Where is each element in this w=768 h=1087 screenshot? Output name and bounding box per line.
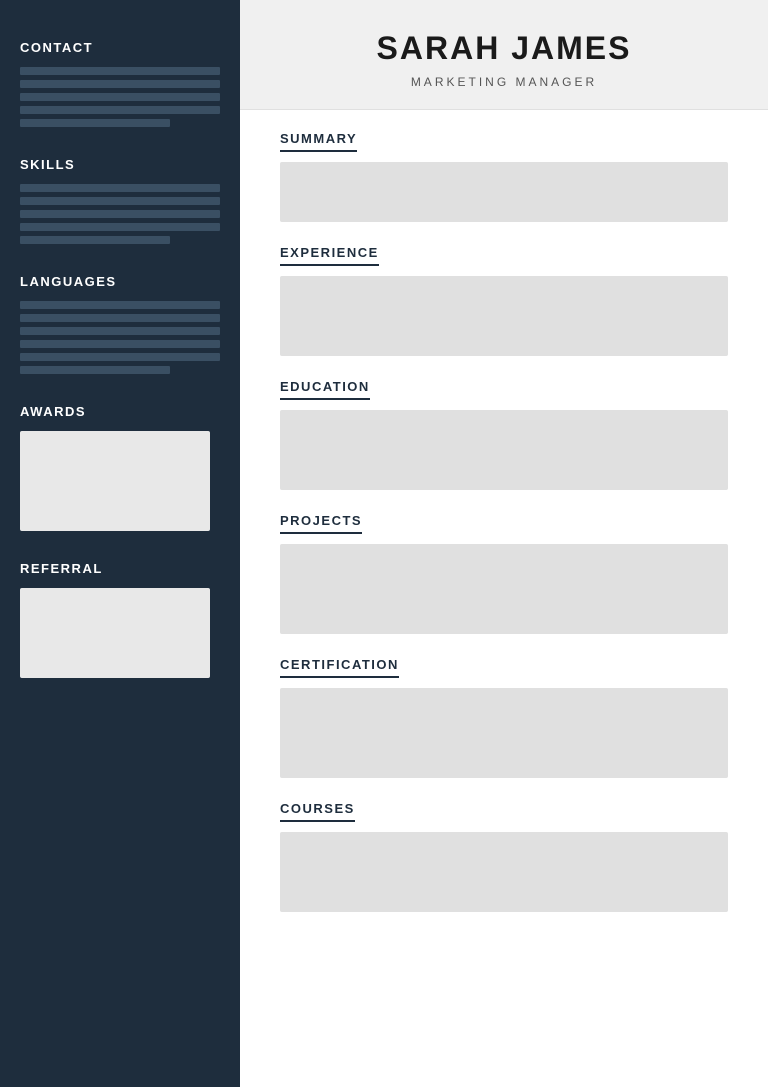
sidebar-skills-section: SKILLS <box>20 157 220 244</box>
languages-line-5 <box>20 353 220 361</box>
experience-heading: EXPERIENCE <box>280 245 379 266</box>
skills-line-5 <box>20 236 170 244</box>
sidebar-referral-title: REFERRAL <box>20 561 220 576</box>
summary-heading: SUMMARY <box>280 131 357 152</box>
sidebar-contact-section: CONTACT <box>20 40 220 127</box>
projects-section: PROJECTS <box>280 512 728 634</box>
courses-heading: COURSES <box>280 801 355 822</box>
content-area: SUMMARY EXPERIENCE EDUCATION PROJECTS CE… <box>240 110 768 1087</box>
skills-line-2 <box>20 197 220 205</box>
projects-heading: PROJECTS <box>280 513 362 534</box>
skills-lines <box>20 184 220 244</box>
skills-line-3 <box>20 210 220 218</box>
languages-line-4 <box>20 340 220 348</box>
summary-content <box>280 162 728 222</box>
education-content <box>280 410 728 490</box>
sidebar-referral-section: REFERRAL <box>20 561 220 678</box>
candidate-name: SARAH JAMES <box>280 30 728 67</box>
sidebar-contact-title: CONTACT <box>20 40 220 55</box>
resume-header: SARAH JAMES MARKETING MANAGER <box>240 0 768 110</box>
contact-line-1 <box>20 67 220 75</box>
referral-box <box>20 588 210 678</box>
contact-line-5 <box>20 119 170 127</box>
sidebar-awards-title: AWARDS <box>20 404 220 419</box>
education-section: EDUCATION <box>280 378 728 490</box>
projects-content <box>280 544 728 634</box>
candidate-job-title: MARKETING MANAGER <box>280 75 728 89</box>
main-content: SARAH JAMES MARKETING MANAGER SUMMARY EX… <box>240 0 768 1087</box>
languages-lines <box>20 301 220 374</box>
skills-line-1 <box>20 184 220 192</box>
skills-line-4 <box>20 223 220 231</box>
sidebar-awards-section: AWARDS <box>20 404 220 531</box>
summary-section: SUMMARY <box>280 130 728 222</box>
sidebar-languages-title: LANGUAGES <box>20 274 220 289</box>
contact-line-4 <box>20 106 220 114</box>
certification-section: CERTIFICATION <box>280 656 728 778</box>
experience-content <box>280 276 728 356</box>
courses-content <box>280 832 728 912</box>
languages-line-2 <box>20 314 220 322</box>
contact-line-3 <box>20 93 220 101</box>
experience-section: EXPERIENCE <box>280 244 728 356</box>
courses-section: COURSES <box>280 800 728 912</box>
awards-box <box>20 431 210 531</box>
contact-lines <box>20 67 220 127</box>
certification-heading: CERTIFICATION <box>280 657 399 678</box>
sidebar-skills-title: SKILLS <box>20 157 220 172</box>
languages-line-3 <box>20 327 220 335</box>
languages-line-6 <box>20 366 170 374</box>
sidebar: CONTACT SKILLS LANGUAGES <box>0 0 240 1087</box>
languages-line-1 <box>20 301 220 309</box>
sidebar-languages-section: LANGUAGES <box>20 274 220 374</box>
certification-content <box>280 688 728 778</box>
contact-line-2 <box>20 80 220 88</box>
education-heading: EDUCATION <box>280 379 370 400</box>
